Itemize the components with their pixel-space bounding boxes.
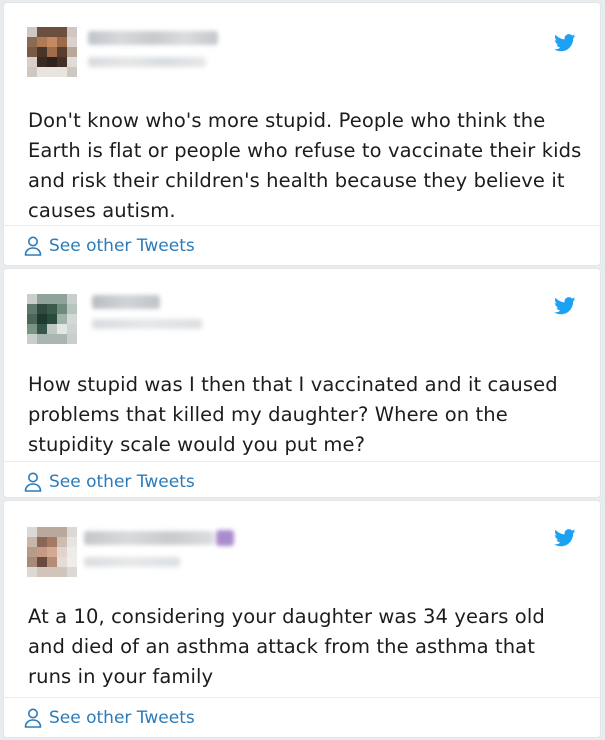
- display-name-blurred[interactable]: [84, 531, 214, 545]
- verified-badge-blurred: [216, 530, 234, 546]
- twitter-bird-icon[interactable]: [554, 529, 576, 547]
- display-name-blurred[interactable]: [88, 31, 218, 45]
- tweet-text: Don't know who's more stupid. People who…: [28, 109, 582, 222]
- divider: [4, 225, 600, 226]
- handle-blurred[interactable]: [92, 319, 202, 329]
- handle-blurred[interactable]: [84, 557, 180, 567]
- tweet-text: How stupid was I then that I vaccinated …: [28, 373, 558, 456]
- person-icon: [24, 236, 42, 256]
- tweet-card: Don't know who's more stupid. People who…: [3, 2, 601, 266]
- see-other-tweets-label: See other Tweets: [49, 472, 195, 492]
- display-name-blurred[interactable]: [92, 295, 160, 309]
- handle-blurred[interactable]: [88, 57, 206, 67]
- tweet-card: How stupid was I then that I vaccinated …: [3, 268, 601, 498]
- avatar[interactable]: [27, 27, 77, 77]
- avatar[interactable]: [27, 527, 77, 577]
- see-other-tweets-label: See other Tweets: [49, 236, 195, 256]
- person-icon: [24, 472, 42, 492]
- see-other-tweets-link[interactable]: See other Tweets: [24, 234, 195, 258]
- see-other-tweets-link[interactable]: See other Tweets: [24, 706, 195, 730]
- avatar[interactable]: [27, 294, 77, 344]
- tweet-card: At a 10, considering your daughter was 3…: [3, 500, 601, 738]
- divider: [4, 697, 600, 698]
- person-icon: [24, 708, 42, 728]
- tweet-text: At a 10, considering your daughter was 3…: [28, 605, 545, 688]
- divider: [4, 461, 600, 462]
- see-other-tweets-link[interactable]: See other Tweets: [24, 470, 195, 494]
- see-other-tweets-label: See other Tweets: [49, 708, 195, 728]
- twitter-bird-icon[interactable]: [554, 297, 576, 315]
- twitter-bird-icon[interactable]: [554, 34, 576, 52]
